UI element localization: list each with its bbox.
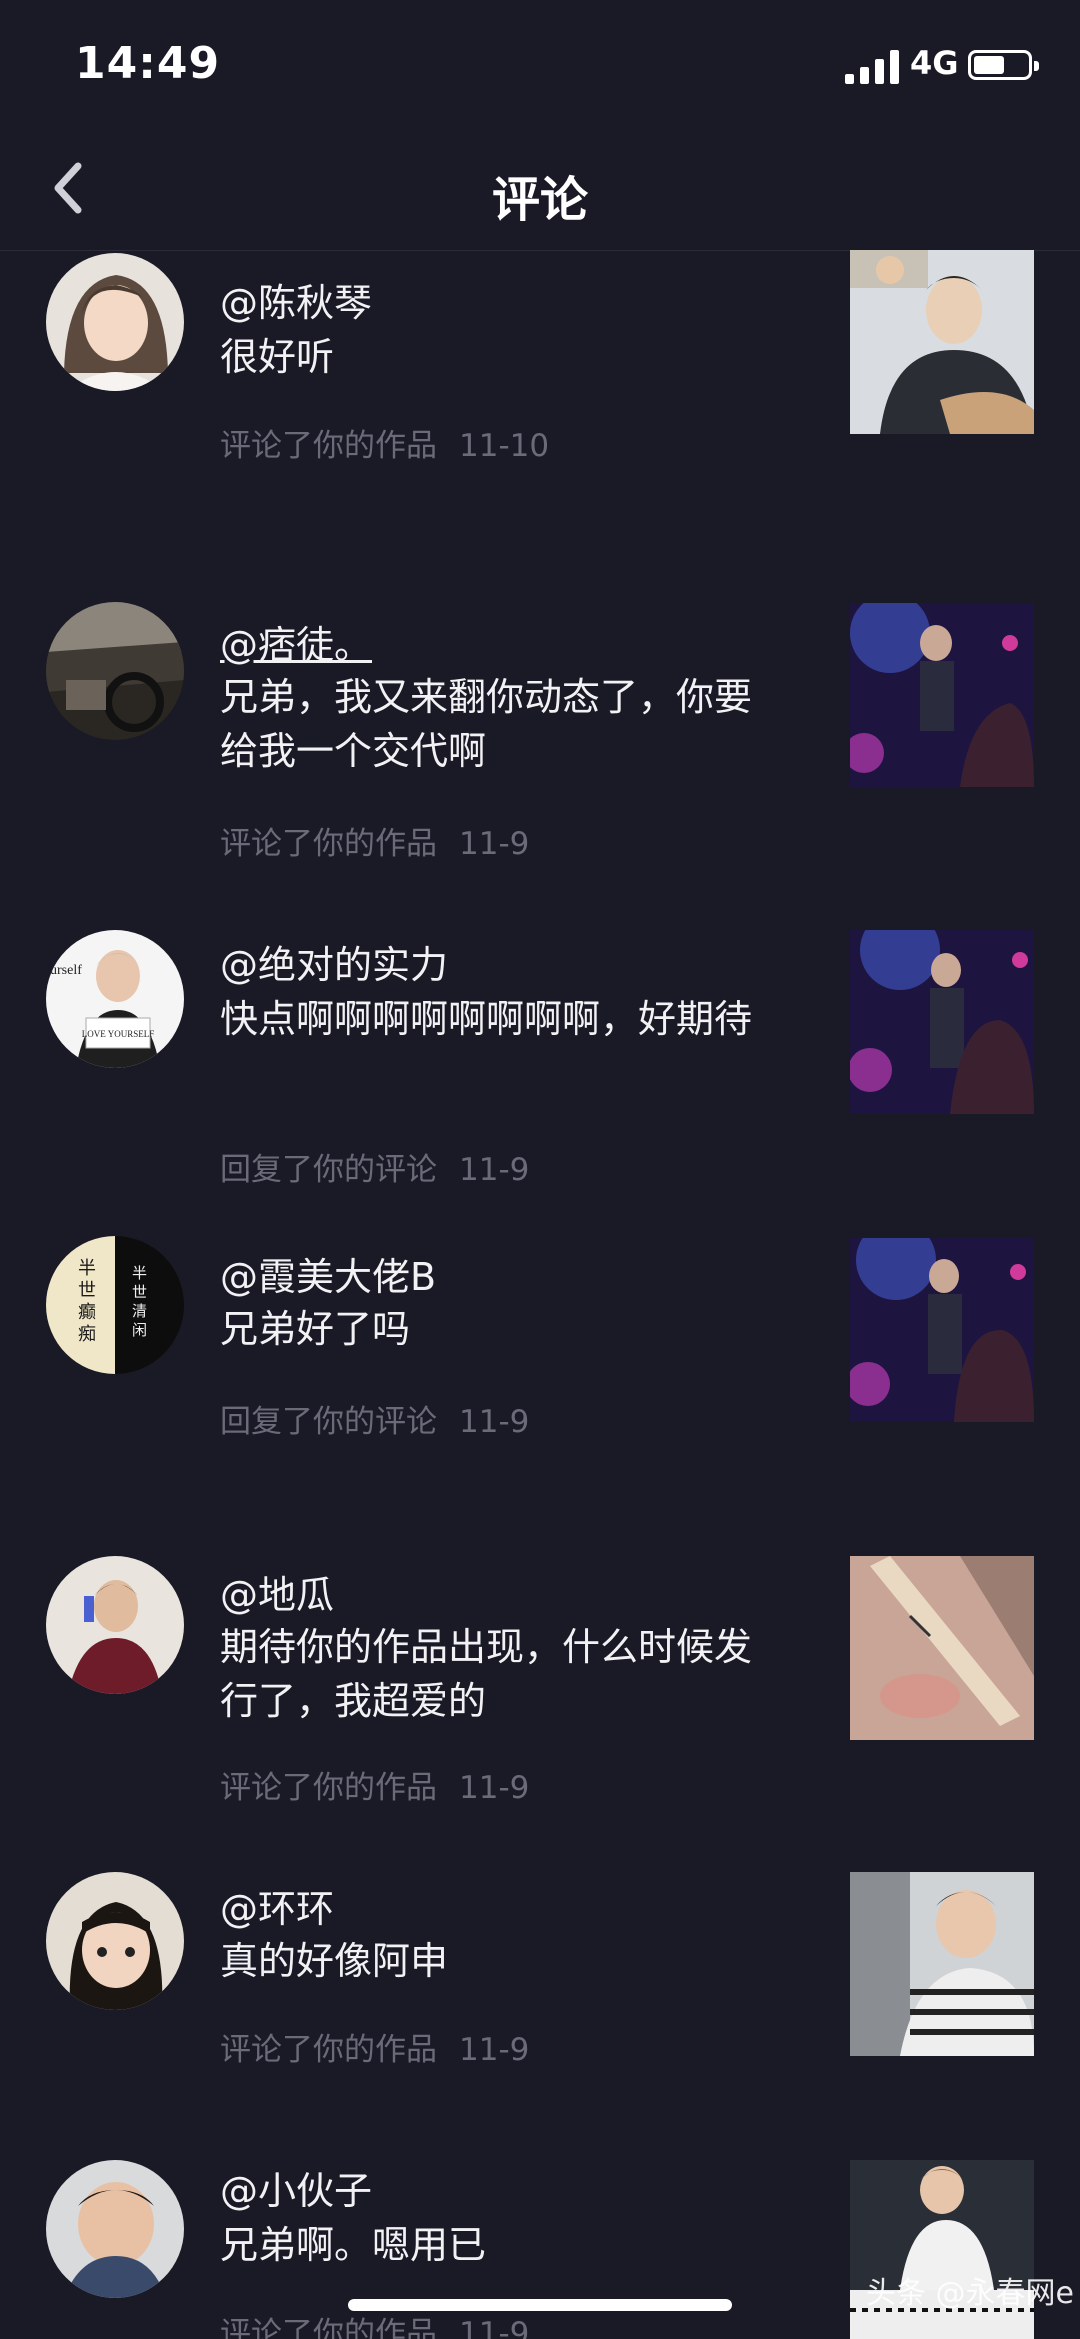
nav-header: 评论 (0, 130, 1080, 251)
comment-text: 兄弟好了吗 (220, 1307, 411, 1351)
battery-icon (968, 50, 1039, 80)
comment-date: 11-9 (459, 2316, 530, 2339)
comment-action: 评论了你的作品 (220, 428, 437, 464)
avatar[interactable]: 半世癫痴 半世清闲 (46, 1236, 184, 1374)
comment-action: 评论了你的作品 (220, 1770, 437, 1806)
comment-username[interactable]: @小伙子 (220, 2160, 372, 2215)
comment-item[interactable]: 半世癫痴 半世清闲 @霞美大佬B 兄弟好了吗 回复了你的评论 11-9 (0, 1210, 1080, 1510)
avatar[interactable] (46, 1556, 184, 1694)
comment-username[interactable]: @痞徒。 (220, 614, 372, 669)
comment-date: 11-10 (459, 428, 550, 464)
page-title: 评论 (491, 172, 588, 228)
comment-text: 快点啊啊啊啊啊啊啊啊，好期待 (220, 997, 753, 1041)
comment-text: 真的好像阿申 (220, 1939, 449, 1983)
comment-meta: 评论了你的作品 11-9 (220, 2024, 529, 2069)
video-thumbnail[interactable] (850, 2160, 1034, 2339)
comment-action: 评论了你的作品 (220, 2032, 437, 2068)
network-type: 4G (910, 44, 959, 82)
video-thumbnail[interactable] (850, 930, 1034, 1114)
comment-item[interactable]: LOVE YOURSELF urself @绝对的实力 快点啊啊啊啊啊啊啊啊，好… (0, 900, 1080, 1210)
comment-meta: 评论了你的作品 11-9 (220, 818, 529, 863)
video-thumbnail[interactable] (850, 1556, 1034, 1740)
comment-username[interactable]: @陈秋琴 (220, 272, 372, 327)
comment-username[interactable]: @霞美大佬B (220, 1246, 436, 1301)
notification-list[interactable]: @陈秋琴 很好听 评论了你的作品 11-10 @痞徒。 兄弟，我又来翻你动态了，… (0, 250, 1080, 2339)
comment-date: 11-9 (459, 1404, 530, 1440)
comment-text: 兄弟，我又来翻你动态了，你要给我一个交代啊 (220, 675, 753, 773)
avatar[interactable]: LOVE YOURSELF urself (46, 930, 184, 1068)
avatar-text-right: 半世清闲 (132, 1264, 148, 1339)
comment-text: 兄弟啊。嗯用已 (220, 2223, 487, 2267)
watermark: 头条 @永春网e (866, 2276, 1074, 2311)
cellular-signal-icon (845, 50, 899, 84)
comment-username[interactable]: @地瓜 (220, 1564, 334, 1619)
comment-meta: 评论了你的作品 11-10 (220, 420, 549, 465)
comment-username[interactable]: @环环 (220, 1878, 334, 1933)
comment-item[interactable]: @地瓜 期待你的作品出现，什么时候发行了，我超爱的 评论了你的作品 11-9 (0, 1510, 1080, 1840)
comment-text: 很好听 (220, 335, 335, 379)
svg-text:urself: urself (50, 963, 82, 978)
avatar[interactable] (46, 2160, 184, 2298)
comment-item[interactable]: @痞徒。 兄弟，我又来翻你动态了，你要给我一个交代啊 评论了你的作品 11-9 (0, 570, 1080, 900)
comment-action: 评论了你的作品 (220, 826, 437, 862)
comment-action: 回复了你的评论 (220, 1152, 437, 1188)
comment-text: 期待你的作品出现，什么时候发行了，我超爱的 (220, 1625, 753, 1723)
avatar-text-left: 半世癫痴 (78, 1258, 96, 1345)
comment-meta: 评论了你的作品 11-9 (220, 1762, 529, 1807)
comment-date: 11-9 (459, 2032, 530, 2068)
comment-action: 评论了你的作品 (220, 2316, 437, 2339)
video-thumbnail[interactable] (850, 1238, 1034, 1422)
home-indicator[interactable] (348, 2299, 732, 2311)
comment-meta: 评论了你的作品 11-9 (220, 2308, 529, 2339)
comment-date: 11-9 (459, 1152, 530, 1188)
video-thumbnail[interactable] (850, 1872, 1034, 2056)
comment-action: 回复了你的评论 (220, 1404, 437, 1440)
comment-item[interactable]: @环环 真的好像阿申 评论了你的作品 11-9 (0, 1840, 1080, 2130)
avatar[interactable] (46, 253, 184, 391)
comment-item[interactable]: @陈秋琴 很好听 评论了你的作品 11-10 (0, 250, 1080, 570)
comment-date: 11-9 (459, 826, 530, 862)
svg-text:LOVE YOURSELF: LOVE YOURSELF (82, 1029, 154, 1039)
status-time: 14:49 (75, 38, 221, 89)
comment-meta: 回复了你的评论 11-9 (220, 1396, 529, 1441)
avatar[interactable] (46, 602, 184, 740)
comment-username[interactable]: @绝对的实力 (220, 934, 448, 989)
avatar[interactable] (46, 1872, 184, 2010)
comment-meta: 回复了你的评论 11-9 (220, 1144, 529, 1189)
video-thumbnail[interactable] (850, 250, 1034, 434)
comment-date: 11-9 (459, 1770, 530, 1806)
video-thumbnail[interactable] (850, 603, 1034, 787)
status-bar: 14:49 4G (0, 0, 1080, 130)
